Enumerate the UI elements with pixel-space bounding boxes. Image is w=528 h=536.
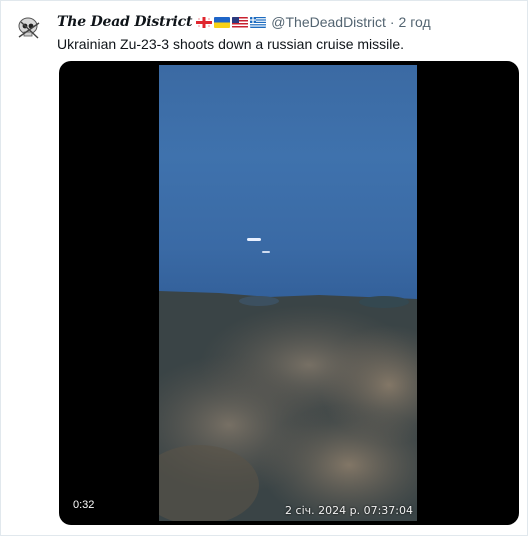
usa-flag-icon [232,16,249,28]
author-name[interactable]: The Dead District [57,13,192,31]
georgia-flag-icon [196,16,213,28]
ukraine-flag-icon [214,16,231,28]
separator-dot: · [389,14,395,30]
author-handle[interactable]: @TheDeadDistrict [271,13,386,31]
tracer-streak [262,251,270,253]
greece-flag-icon [250,16,267,28]
video-timestamp: 2 січ. 2024 р. 07:37:04 [285,504,413,517]
tweet-card[interactable]: The Dead District @TheDeadDistrict · 2 г… [0,0,528,536]
video-frame: 2 січ. 2024 р. 07:37:04 [159,65,417,521]
tweet-header: The Dead District @TheDeadDistrict · 2 г… [57,13,431,31]
video-player[interactable]: 2 січ. 2024 р. 07:37:04 0:32 [59,61,519,525]
avatar[interactable] [13,13,45,45]
video-scene [159,238,417,521]
flag-emojis [196,16,267,28]
tweet-time[interactable]: 2 год [399,13,431,31]
video-duration: 0:32 [73,499,95,511]
missile-streak [247,238,261,241]
avatar-skull-icon [14,14,44,44]
tweet-text: Ukrainian Zu-23-3 shoots down a russian … [57,36,405,52]
